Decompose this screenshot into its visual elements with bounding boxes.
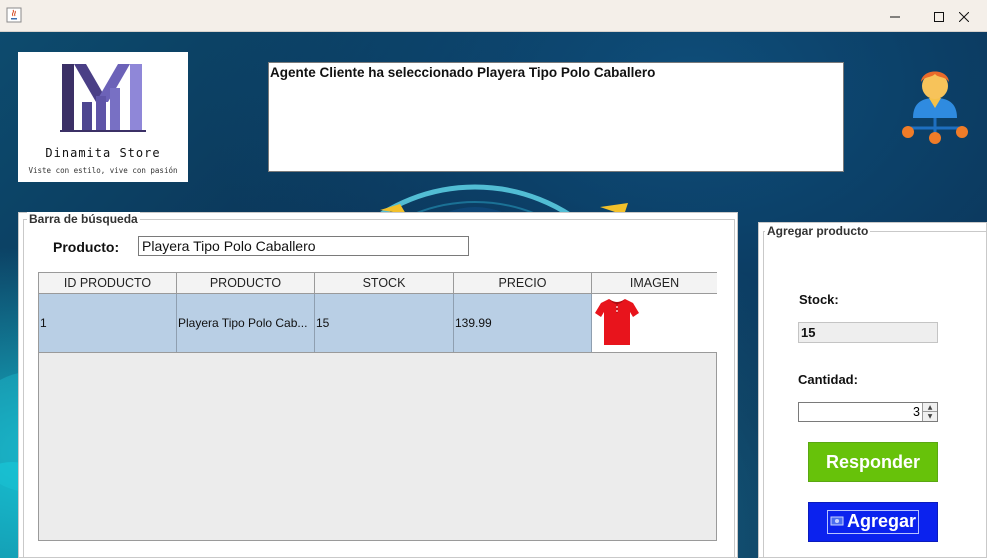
chevron-down-icon: ▼ [927, 413, 933, 420]
column-header-stock[interactable]: STOCK [315, 273, 454, 293]
cell-price: 139.99 [454, 294, 592, 352]
stock-label: Stock: [799, 292, 839, 307]
product-search-input[interactable] [138, 236, 469, 256]
quantity-label: Cantidad: [798, 372, 858, 387]
respond-button[interactable]: Responder [808, 442, 938, 482]
table-header: ID PRODUCTO PRODUCTO STOCK PRECIO IMAGEN [39, 273, 717, 294]
spinner-up-button[interactable]: ▲ [922, 403, 937, 412]
cart-icon [830, 511, 844, 532]
add-button-focus: Agregar [826, 510, 920, 534]
search-legend: Barra de búsqueda [27, 212, 140, 226]
cell-stock: 15 [315, 294, 454, 352]
column-header-id[interactable]: ID PRODUCTO [39, 273, 177, 293]
agent-network-icon [898, 60, 972, 146]
add-product-legend: Agregar producto [765, 224, 871, 238]
respond-button-label: Responder [825, 451, 921, 472]
minimize-icon [890, 7, 900, 26]
store-name: Dinamita Store [45, 146, 161, 160]
close-button[interactable] [941, 0, 987, 32]
cell-id: 1 [39, 294, 177, 352]
store-tagline: Viste con estilo, vive con pasión [28, 166, 178, 175]
minimize-button[interactable] [872, 0, 918, 32]
products-table[interactable]: ID PRODUCTO PRODUCTO STOCK PRECIO IMAGEN… [38, 272, 717, 541]
stock-value-field: 15 [798, 322, 938, 343]
table-row[interactable]: 1 Playera Tipo Polo Cab... 15 139.99 [39, 294, 717, 353]
product-label: Producto: [53, 239, 120, 255]
close-icon [958, 7, 970, 26]
cell-image [592, 294, 717, 352]
message-text: Agente Cliente ha seleccionado Playera T… [270, 65, 656, 80]
column-header-product[interactable]: PRODUCTO [177, 273, 315, 293]
column-header-image[interactable]: IMAGEN [592, 273, 717, 293]
message-area[interactable]: Agente Cliente ha seleccionado Playera T… [268, 62, 844, 172]
cell-product: Playera Tipo Polo Cab... [177, 294, 315, 352]
chevron-up-icon: ▲ [927, 403, 933, 411]
quantity-input[interactable] [799, 403, 922, 421]
add-button-label: Agregar [846, 511, 917, 531]
column-header-price[interactable]: PRECIO [454, 273, 592, 293]
spinner-down-button[interactable]: ▼ [922, 412, 937, 421]
window-titlebar [0, 0, 987, 32]
java-app-icon [6, 7, 22, 23]
quantity-stepper[interactable]: ▲ ▼ [798, 402, 938, 422]
red-polo-shirt-icon [595, 297, 639, 350]
add-button[interactable]: Agregar [808, 502, 938, 542]
store-logo: Dinamita Store Viste con estilo, vive co… [18, 52, 188, 182]
